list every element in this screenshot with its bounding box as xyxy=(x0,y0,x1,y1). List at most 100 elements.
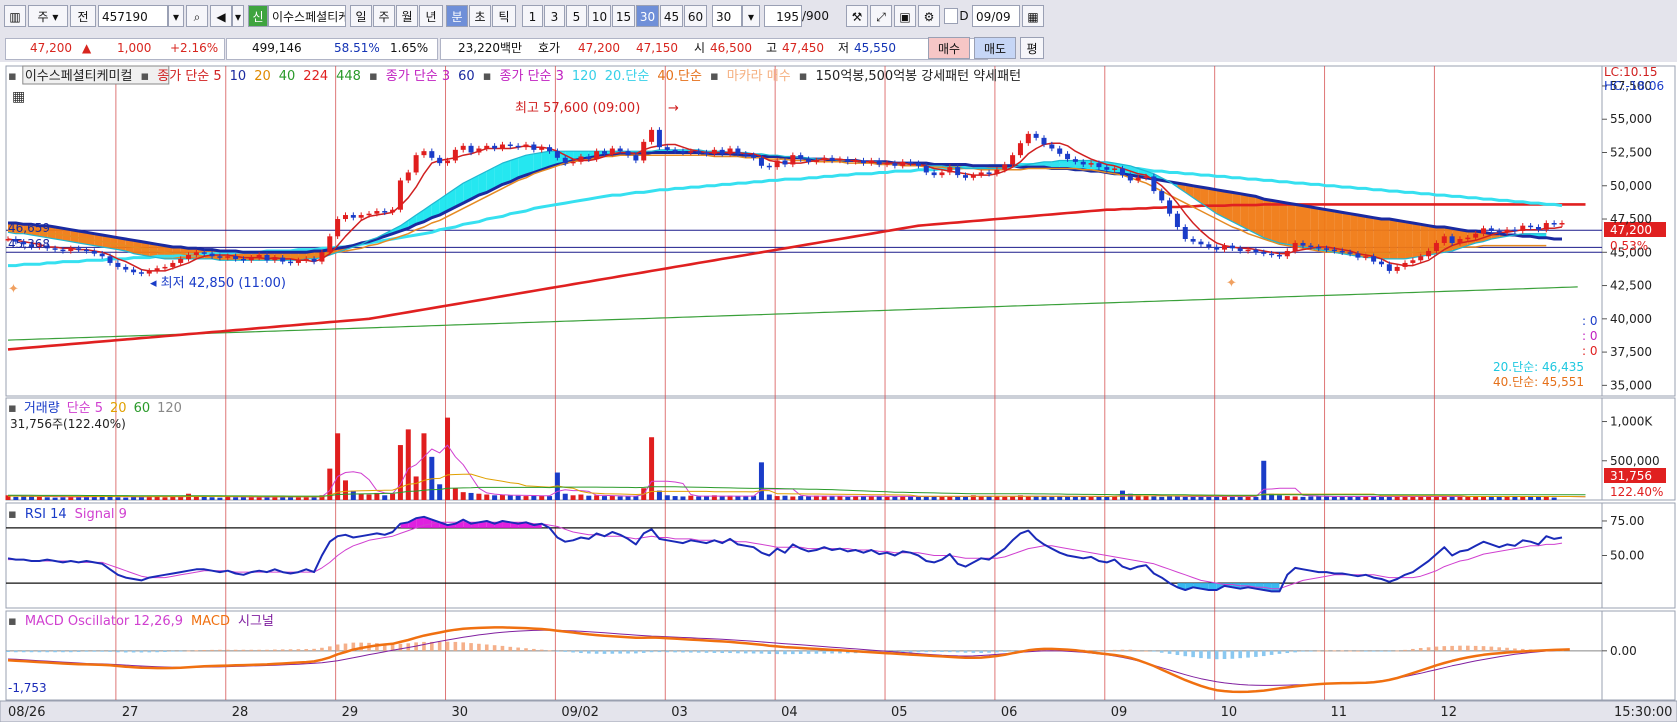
candle-body xyxy=(154,268,160,271)
eval-button[interactable]: 평 xyxy=(1020,37,1044,59)
candle-body xyxy=(719,149,725,154)
volume-bar xyxy=(578,494,584,500)
macd-oscillator-bar xyxy=(1481,646,1486,651)
volume-bar xyxy=(1159,496,1165,500)
candle-body xyxy=(358,215,364,218)
candle-body xyxy=(853,160,859,162)
period-minute[interactable]: 분 xyxy=(446,5,468,27)
candle-body xyxy=(790,155,796,165)
macd-oscillator-bar xyxy=(1183,650,1188,657)
interval-input[interactable]: 30 xyxy=(712,5,742,27)
rsi-legend-label: RSI 14 xyxy=(25,507,67,522)
candle-body xyxy=(751,155,757,158)
candle-body xyxy=(1041,137,1047,145)
minute-45[interactable]: 45 xyxy=(660,5,683,27)
macd-oscillator-bar xyxy=(304,649,309,651)
volume-bar xyxy=(264,497,270,500)
macd-oscillator-bar xyxy=(1395,650,1399,652)
interval-dropdown-icon[interactable]: ▾ xyxy=(742,5,760,27)
candle-body xyxy=(931,172,937,176)
period-week[interactable]: 주 xyxy=(373,5,395,27)
volume-bar xyxy=(617,496,623,500)
macd-oscillator-bar xyxy=(1497,647,1502,651)
macd-oscillator-bar xyxy=(500,645,505,651)
macd-oscillator-bar xyxy=(736,650,740,654)
market-type-select[interactable]: 주 ▾ xyxy=(28,5,68,27)
candle-body xyxy=(178,258,184,263)
volume-bar xyxy=(884,496,890,500)
gear-icon[interactable]: ⚙ xyxy=(918,5,940,27)
volume-bar xyxy=(1488,496,1494,500)
x-tick-label: 05 xyxy=(891,705,908,720)
bar-count-input[interactable]: 195 xyxy=(764,5,802,27)
period-second[interactable]: 초 xyxy=(469,5,491,27)
sell-button[interactable]: 매도 xyxy=(974,37,1016,59)
macd-oscillator-bar xyxy=(100,650,104,652)
legend-bullet-icon: ▪ xyxy=(8,614,17,629)
ma-cloud-segment xyxy=(1271,200,1280,243)
minute-10[interactable]: 10 xyxy=(588,5,611,27)
candle-body xyxy=(295,260,301,263)
macd-oscillator-bar xyxy=(320,647,324,651)
legend-bullet-icon: ▪ xyxy=(8,69,17,84)
low-price: 45,550 xyxy=(854,41,896,55)
new-listing-badge: 신 xyxy=(248,5,268,27)
bid-price: 47,150 xyxy=(636,41,678,55)
minute-30[interactable]: 30 xyxy=(636,5,659,27)
volume-bar xyxy=(382,495,388,500)
buy-button[interactable]: 매수 xyxy=(928,37,970,59)
candle-body xyxy=(1072,159,1078,162)
candle-body xyxy=(1033,133,1039,138)
stock-code-input[interactable]: 457190 xyxy=(98,5,168,27)
date-checkbox[interactable] xyxy=(944,8,958,24)
macd-oscillator-bar xyxy=(1230,650,1235,659)
volume-bar xyxy=(672,496,678,500)
minute-60[interactable]: 60 xyxy=(684,5,707,27)
stock-chart[interactable]: 57,50055,00052,50050,00047,50045,00042,5… xyxy=(0,62,1677,722)
period-year[interactable]: 년 xyxy=(419,5,443,27)
volume-bar xyxy=(782,495,788,500)
candle-body xyxy=(256,254,262,258)
pattern-marker-icon: ✦ xyxy=(8,282,19,297)
period-day[interactable]: 일 xyxy=(350,5,372,27)
volume-bar xyxy=(131,496,137,500)
volume-bar xyxy=(1504,496,1510,500)
minute-1[interactable]: 1 xyxy=(522,5,543,27)
candle-body xyxy=(484,145,490,149)
macd-readout: -1,753 xyxy=(8,681,47,695)
candle-body xyxy=(868,160,874,164)
macd-oscillator-bar xyxy=(1159,650,1164,653)
speaker-dropdown-icon[interactable]: ▾ xyxy=(232,5,244,27)
calendar-icon[interactable]: ▦ xyxy=(1022,5,1044,27)
candle-body xyxy=(374,211,380,214)
period-tick[interactable]: 틱 xyxy=(492,5,516,27)
save-icon[interactable]: ▣ xyxy=(894,5,916,27)
speaker-icon[interactable]: ◀ xyxy=(210,5,232,27)
macd-oscillator-bar xyxy=(1222,650,1227,660)
candle-body xyxy=(1481,228,1487,234)
minute-15[interactable]: 15 xyxy=(612,5,635,27)
candle-body xyxy=(1300,242,1306,246)
code-dropdown-icon[interactable]: ▾ xyxy=(168,5,184,27)
minute-3[interactable]: 3 xyxy=(544,5,565,27)
volume-bar xyxy=(492,495,498,500)
volume-bar xyxy=(719,496,725,500)
candle-body xyxy=(892,163,898,166)
tool-icon[interactable]: ⚒ xyxy=(846,5,868,27)
stock-name-field[interactable]: 이수스페셜티케미컬 xyxy=(268,5,346,27)
macd-oscillator-bar xyxy=(665,650,670,653)
volume-bar xyxy=(209,497,215,500)
prev-button[interactable]: 전 xyxy=(70,5,96,27)
macd-oscillator-bar xyxy=(563,650,568,652)
macd-oscillator-bar xyxy=(657,650,662,653)
period-month[interactable]: 월 xyxy=(396,5,418,27)
trendline-icon[interactable]: ⤢ xyxy=(870,5,892,27)
volume-bar xyxy=(452,488,458,500)
volume-bar xyxy=(1284,496,1290,500)
search-icon[interactable]: ⌕ xyxy=(186,5,208,27)
layout-icon[interactable]: ▥ xyxy=(4,5,26,27)
candle-body xyxy=(813,160,819,162)
minute-5[interactable]: 5 xyxy=(566,5,587,27)
date-input[interactable]: 09/09 xyxy=(972,5,1020,27)
trade-volume: 499,146 xyxy=(252,41,302,55)
